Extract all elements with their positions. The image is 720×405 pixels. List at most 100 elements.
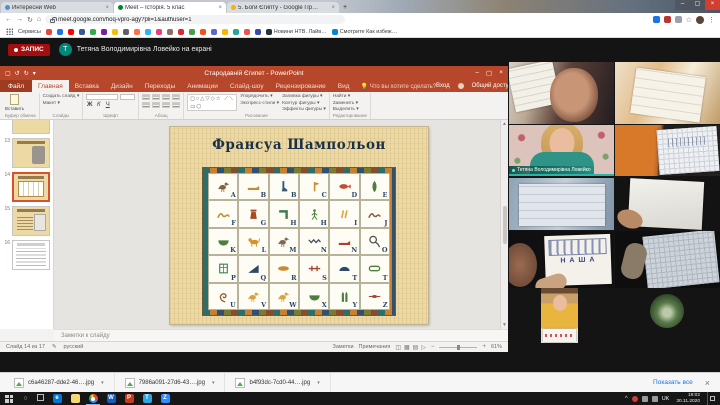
apps-label[interactable]: Сервисы bbox=[18, 29, 41, 35]
format-button-b[interactable]: Ж bbox=[86, 102, 93, 108]
paragraph-button-icon[interactable] bbox=[172, 94, 180, 100]
bookmark-favicon-icon[interactable] bbox=[178, 29, 184, 35]
slide-thumbnail[interactable]: 13 bbox=[0, 136, 53, 170]
downloads-bar-close-icon[interactable]: × bbox=[705, 378, 710, 388]
bookmark-item[interactable]: Смотрите Как избеж… bbox=[332, 29, 397, 35]
bookmark-favicon-icon[interactable] bbox=[255, 29, 261, 35]
show-all-downloads-button[interactable]: Показать все bbox=[653, 379, 693, 386]
bookmark-favicon-icon[interactable] bbox=[244, 29, 250, 35]
paste-button[interactable]: Вставить bbox=[5, 94, 24, 111]
chevron-down-icon[interactable]: ▾ bbox=[314, 380, 320, 386]
bookmark-favicon-icon[interactable] bbox=[222, 29, 228, 35]
format-button-u[interactable]: Ч bbox=[104, 102, 111, 108]
browser-tab[interactable]: Интересни Web× bbox=[1, 2, 113, 13]
language-switcher[interactable]: UK bbox=[662, 396, 670, 402]
zoom-in-icon[interactable]: + bbox=[482, 344, 486, 350]
ribbon-tab[interactable]: Слайд-шоу bbox=[224, 80, 270, 92]
slide-thumbnail[interactable]: 15 bbox=[0, 204, 53, 238]
home-icon[interactable]: ⌂ bbox=[37, 16, 41, 23]
minimize-button[interactable]: – bbox=[675, 0, 690, 10]
ppt-minimize-button[interactable]: – bbox=[475, 69, 479, 77]
ribbon-tab[interactable]: Вставка bbox=[69, 80, 105, 92]
bookmark-favicon-icon[interactable] bbox=[57, 29, 63, 35]
bookmark-favicon-icon[interactable] bbox=[123, 29, 129, 35]
chevron-down-icon[interactable]: ▾ bbox=[98, 380, 104, 386]
bookmark-favicon-icon[interactable] bbox=[145, 29, 151, 35]
ribbon-button[interactable]: Заливка фигуры ▾ bbox=[282, 94, 326, 99]
bookmark-star-icon[interactable]: ☆ bbox=[686, 16, 692, 24]
back-icon[interactable]: ← bbox=[5, 16, 12, 23]
participant-avatar-photo[interactable] bbox=[650, 294, 684, 328]
slide-thumbnail[interactable] bbox=[0, 120, 53, 136]
notes-toggle[interactable]: Заметки bbox=[333, 344, 354, 350]
ribbon-tab[interactable]: Переходы bbox=[139, 80, 182, 92]
taskbar-app-explorer[interactable] bbox=[66, 392, 84, 405]
ribbon-tab[interactable]: Вид bbox=[332, 80, 356, 92]
slide-thumbnail[interactable]: 16 bbox=[0, 238, 53, 272]
taskbar-app-zoom[interactable]: Z bbox=[156, 392, 174, 405]
redo-icon[interactable]: ↻ bbox=[24, 70, 29, 77]
download-item[interactable]: b4f93dc-7cd0-44….jpg▾ bbox=[225, 373, 330, 392]
zoom-slider[interactable] bbox=[439, 347, 477, 348]
ppt-close-button[interactable]: × bbox=[499, 69, 503, 77]
font-name-box[interactable] bbox=[86, 94, 118, 100]
vertical-scrollbar[interactable]: ▲ ▼ bbox=[500, 120, 508, 329]
puzzle-extensions-icon[interactable] bbox=[675, 16, 682, 23]
taskbar-app-powerpoint[interactable]: P bbox=[120, 392, 138, 405]
taskbar-app-edge[interactable]: e bbox=[48, 392, 66, 405]
task-view-icon[interactable] bbox=[33, 394, 48, 403]
spellcheck-icon[interactable]: ✎ bbox=[52, 344, 57, 350]
menu-kebab-icon[interactable]: ⋮ bbox=[708, 16, 715, 24]
bookmark-favicon-icon[interactable] bbox=[112, 29, 118, 35]
extension-icon[interactable] bbox=[664, 16, 671, 23]
ribbon-button[interactable]: Создать слайд ▾ bbox=[43, 94, 80, 99]
forward-icon[interactable]: → bbox=[16, 16, 23, 23]
participant-tile-7[interactable]: Н А Ш А bbox=[509, 231, 614, 288]
format-button-i[interactable]: К bbox=[95, 102, 102, 108]
bookmark-favicon-icon[interactable] bbox=[156, 29, 162, 35]
taskbar-clock[interactable]: 19:02 30.11.2020 bbox=[673, 393, 703, 404]
zoom-percent[interactable]: 61% bbox=[491, 344, 502, 350]
zoom-slider-knob[interactable] bbox=[457, 345, 460, 350]
taskbar-search-icon[interactable]: ○ bbox=[18, 395, 33, 402]
zoom-out-icon[interactable]: − bbox=[431, 344, 435, 350]
file-tab[interactable]: Файл bbox=[0, 80, 32, 92]
bookmark-favicon-icon[interactable] bbox=[90, 29, 96, 35]
paragraph-button-icon[interactable] bbox=[162, 94, 170, 100]
signin-button[interactable]: Вход bbox=[436, 83, 450, 89]
participant-tile-small[interactable] bbox=[541, 288, 578, 343]
scroll-down-icon[interactable]: ▼ bbox=[502, 322, 507, 328]
bookmark-favicon-icon[interactable] bbox=[68, 29, 74, 35]
maximize-button[interactable]: ▢ bbox=[690, 0, 705, 10]
ribbon-button[interactable]: Найти ▾ bbox=[333, 94, 359, 99]
new-tab-button[interactable]: + bbox=[339, 2, 351, 13]
ribbon-button[interactable]: Экспресс-стили ▾ bbox=[240, 101, 279, 106]
bookmark-favicon-icon[interactable] bbox=[233, 29, 239, 35]
save-icon[interactable]: ▢ bbox=[5, 70, 11, 77]
battery-icon[interactable] bbox=[642, 396, 648, 402]
bookmark-favicon-icon[interactable] bbox=[167, 29, 173, 35]
ppt-restore-button[interactable]: ▢ bbox=[486, 69, 492, 77]
ribbon-tab[interactable]: Главная bbox=[32, 80, 69, 92]
language-indicator[interactable]: русский bbox=[64, 344, 84, 350]
ribbon-button[interactable]: Макет ▾ bbox=[43, 101, 80, 106]
download-item[interactable]: 7986a091-27d6-43….jpg▾ bbox=[115, 373, 226, 392]
participant-tile-1[interactable] bbox=[509, 62, 614, 124]
reload-icon[interactable]: ↻ bbox=[27, 16, 33, 24]
share-button[interactable]: Общий доступ bbox=[472, 83, 508, 89]
bookmark-favicon-icon[interactable] bbox=[200, 29, 206, 35]
tab-close-icon[interactable]: × bbox=[331, 5, 335, 11]
download-item[interactable]: c6a46287-dde2-46….jpg▾ bbox=[4, 373, 115, 392]
profile-avatar[interactable] bbox=[696, 16, 704, 24]
bookmark-favicon-icon[interactable] bbox=[189, 29, 195, 35]
close-button[interactable]: × bbox=[705, 0, 720, 10]
ribbon-button[interactable]: Упорядочить ▾ bbox=[240, 94, 279, 99]
paragraph-button-icon[interactable] bbox=[152, 102, 160, 108]
slide-canvas[interactable]: Франсуа Шампольон ABBCDEFGHHIJKLMNNOPQRS… bbox=[170, 127, 428, 324]
translate-icon[interactable] bbox=[653, 16, 660, 23]
scrollbar-thumb[interactable] bbox=[503, 206, 507, 244]
bookmark-item[interactable]: Новини НТВ. Лайв… bbox=[266, 29, 327, 35]
taskbar-app-word[interactable]: W bbox=[102, 392, 120, 405]
undo-icon[interactable]: ↺ bbox=[15, 70, 20, 77]
bookmark-favicon-icon[interactable] bbox=[134, 29, 140, 35]
